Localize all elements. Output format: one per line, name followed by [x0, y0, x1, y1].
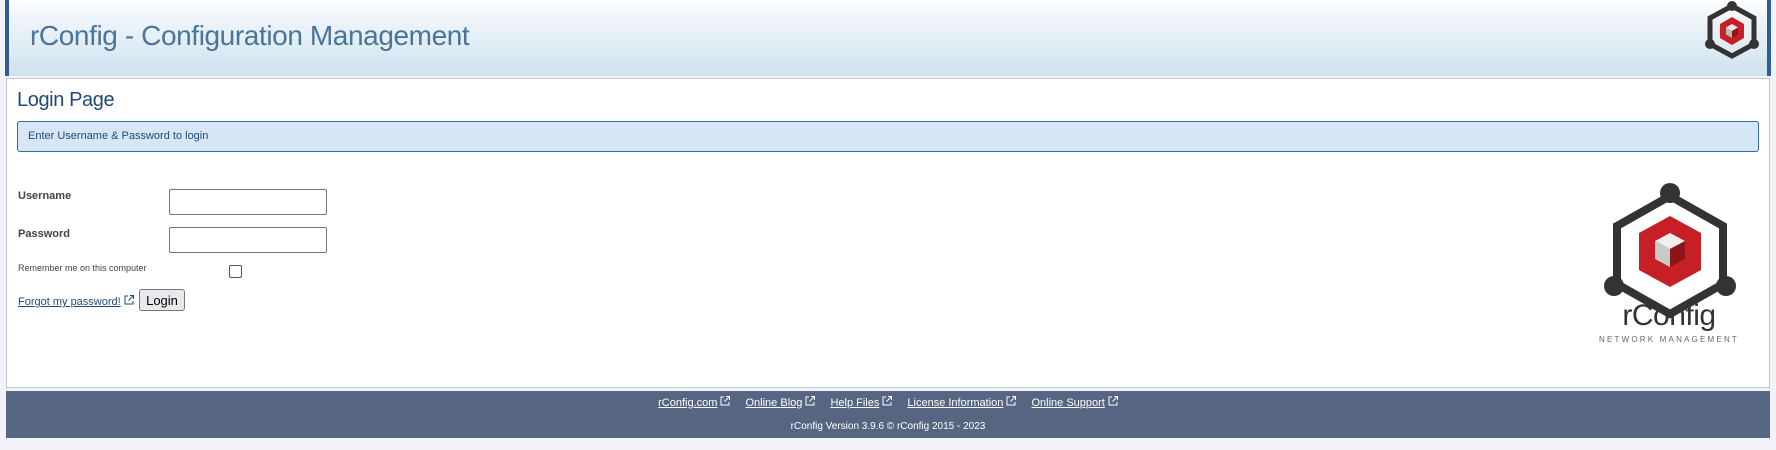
login-panel: Login Page Enter Username & Password to … — [6, 78, 1770, 388]
remember-me-checkbox[interactable] — [229, 265, 242, 278]
app-title: rConfig - Configuration Management — [30, 20, 470, 51]
footer-link-label: License Information — [907, 397, 1004, 409]
footer-link-rconfig-com[interactable]: rConfig.com — [658, 396, 731, 409]
footer-link-online-support[interactable]: Online Support — [1031, 396, 1118, 409]
forgot-password-link[interactable]: Forgot my password! — [18, 295, 134, 308]
footer-link-label: Online Blog — [745, 397, 803, 409]
external-link-icon — [882, 396, 893, 406]
footer-links: rConfig.com Online Blog Help Files Licen… — [6, 396, 1770, 409]
info-message: Enter Username & Password to login — [28, 130, 209, 142]
password-input[interactable] — [169, 227, 327, 253]
footer-link-label: rConfig.com — [658, 397, 718, 409]
external-link-icon — [805, 396, 816, 406]
version-text: rConfig Version 3.9.6 © rConfig 2015 - 2… — [790, 421, 986, 432]
rconfig-hexagon-logo-icon — [1705, 1, 1759, 59]
info-message-box: Enter Username & Password to login — [17, 121, 1759, 152]
page-title: Login Page — [17, 89, 115, 111]
username-input[interactable] — [169, 189, 327, 215]
external-link-icon — [124, 295, 134, 305]
login-button[interactable]: Login — [139, 289, 185, 311]
footer-link-license-information[interactable]: License Information — [907, 396, 1017, 409]
remember-me-label: Remember me on this computer — [18, 263, 147, 273]
footer: rConfig.com Online Blog Help Files Licen… — [6, 391, 1770, 438]
external-link-icon — [720, 396, 731, 406]
external-link-icon — [1006, 396, 1017, 406]
footer-link-label: Online Support — [1031, 397, 1105, 409]
logo-subtitle: NETWORK MANAGEMENT — [1598, 335, 1740, 344]
forgot-password-label: Forgot my password! — [18, 296, 121, 308]
app-header: rConfig - Configuration Management — [5, 0, 1771, 76]
password-label: Password — [18, 228, 70, 240]
username-label: Username — [18, 190, 72, 202]
external-link-icon — [1108, 396, 1118, 406]
footer-link-label: Help Files — [830, 397, 880, 409]
footer-link-help-files[interactable]: Help Files — [830, 396, 893, 409]
footer-link-online-blog[interactable]: Online Blog — [745, 396, 816, 409]
logo-wordmark: rConfig — [1622, 299, 1716, 332]
